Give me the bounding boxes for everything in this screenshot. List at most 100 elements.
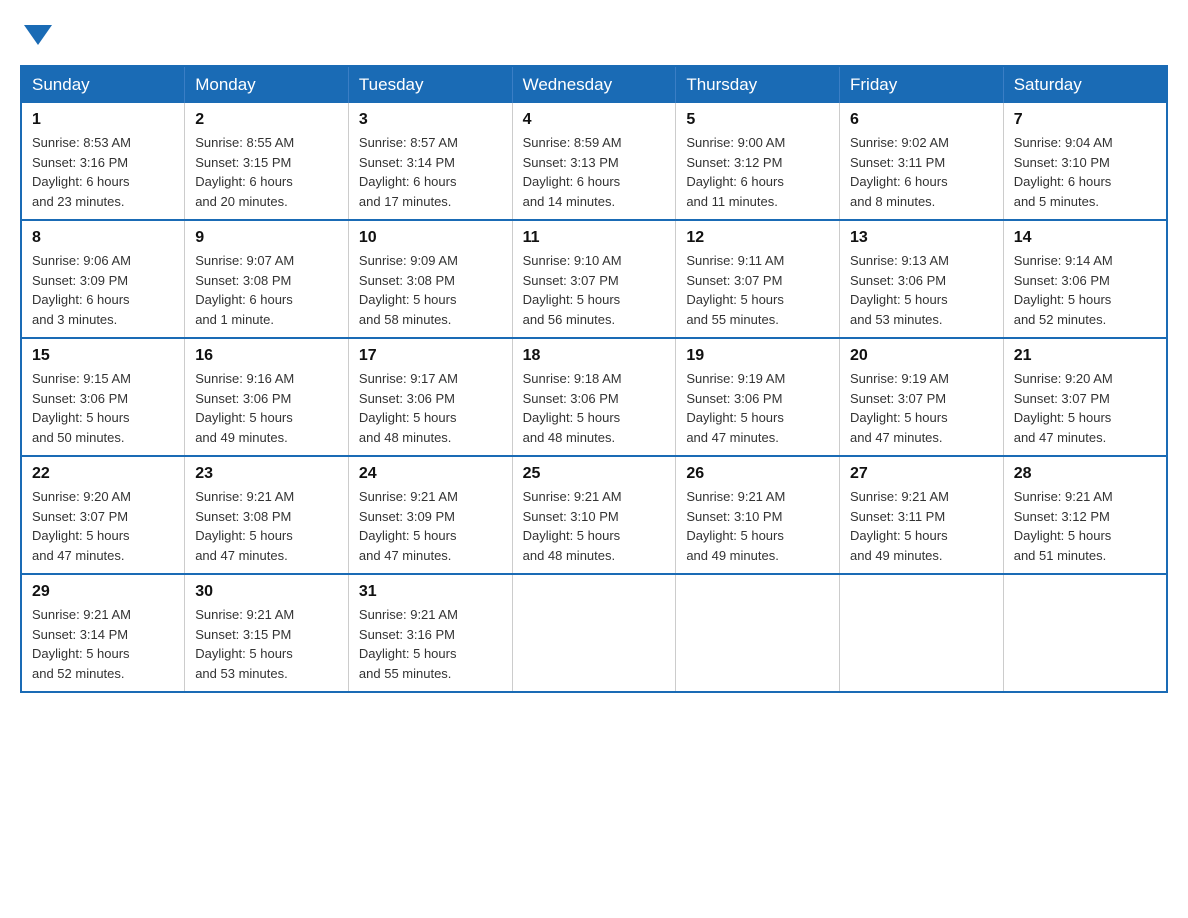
day-info: Sunrise: 9:17 AMSunset: 3:06 PMDaylight:…: [359, 369, 502, 447]
day-info: Sunrise: 9:20 AMSunset: 3:07 PMDaylight:…: [32, 487, 174, 565]
calendar-cell: 14 Sunrise: 9:14 AMSunset: 3:06 PMDaylig…: [1003, 220, 1167, 338]
day-info: Sunrise: 9:21 AMSunset: 3:16 PMDaylight:…: [359, 605, 502, 683]
calendar-cell: 6 Sunrise: 9:02 AMSunset: 3:11 PMDayligh…: [840, 103, 1004, 220]
column-header-wednesday: Wednesday: [512, 66, 676, 103]
day-info: Sunrise: 9:09 AMSunset: 3:08 PMDaylight:…: [359, 251, 502, 329]
day-info: Sunrise: 9:04 AMSunset: 3:10 PMDaylight:…: [1014, 133, 1156, 211]
day-number: 15: [32, 347, 174, 365]
calendar-week-2: 8 Sunrise: 9:06 AMSunset: 3:09 PMDayligh…: [21, 220, 1167, 338]
calendar-cell: 31 Sunrise: 9:21 AMSunset: 3:16 PMDaylig…: [348, 574, 512, 692]
day-info: Sunrise: 9:13 AMSunset: 3:06 PMDaylight:…: [850, 251, 993, 329]
calendar-cell: [512, 574, 676, 692]
calendar-cell: 26 Sunrise: 9:21 AMSunset: 3:10 PMDaylig…: [676, 456, 840, 574]
calendar-cell: 25 Sunrise: 9:21 AMSunset: 3:10 PMDaylig…: [512, 456, 676, 574]
day-number: 5: [686, 111, 829, 129]
day-number: 4: [523, 111, 666, 129]
calendar-cell: 13 Sunrise: 9:13 AMSunset: 3:06 PMDaylig…: [840, 220, 1004, 338]
day-number: 7: [1014, 111, 1156, 129]
logo-arrow-container: [22, 20, 52, 45]
day-number: 16: [195, 347, 338, 365]
calendar-cell: [676, 574, 840, 692]
day-info: Sunrise: 9:16 AMSunset: 3:06 PMDaylight:…: [195, 369, 338, 447]
calendar-cell: 5 Sunrise: 9:00 AMSunset: 3:12 PMDayligh…: [676, 103, 840, 220]
calendar-cell: 9 Sunrise: 9:07 AMSunset: 3:08 PMDayligh…: [185, 220, 349, 338]
calendar-cell: 21 Sunrise: 9:20 AMSunset: 3:07 PMDaylig…: [1003, 338, 1167, 456]
day-info: Sunrise: 8:59 AMSunset: 3:13 PMDaylight:…: [523, 133, 666, 211]
day-info: Sunrise: 9:21 AMSunset: 3:12 PMDaylight:…: [1014, 487, 1156, 565]
day-number: 30: [195, 583, 338, 601]
day-info: Sunrise: 9:14 AMSunset: 3:06 PMDaylight:…: [1014, 251, 1156, 329]
calendar-cell: 16 Sunrise: 9:16 AMSunset: 3:06 PMDaylig…: [185, 338, 349, 456]
calendar-cell: 8 Sunrise: 9:06 AMSunset: 3:09 PMDayligh…: [21, 220, 185, 338]
column-header-tuesday: Tuesday: [348, 66, 512, 103]
calendar-cell: 3 Sunrise: 8:57 AMSunset: 3:14 PMDayligh…: [348, 103, 512, 220]
calendar-cell: 12 Sunrise: 9:11 AMSunset: 3:07 PMDaylig…: [676, 220, 840, 338]
logo-arrow-icon: [24, 25, 52, 45]
day-number: 19: [686, 347, 829, 365]
calendar-cell: 17 Sunrise: 9:17 AMSunset: 3:06 PMDaylig…: [348, 338, 512, 456]
calendar-table: SundayMondayTuesdayWednesdayThursdayFrid…: [20, 65, 1168, 693]
day-number: 26: [686, 465, 829, 483]
day-info: Sunrise: 9:21 AMSunset: 3:11 PMDaylight:…: [850, 487, 993, 565]
calendar-cell: 22 Sunrise: 9:20 AMSunset: 3:07 PMDaylig…: [21, 456, 185, 574]
day-info: Sunrise: 8:53 AMSunset: 3:16 PMDaylight:…: [32, 133, 174, 211]
day-info: Sunrise: 9:18 AMSunset: 3:06 PMDaylight:…: [523, 369, 666, 447]
day-info: Sunrise: 8:57 AMSunset: 3:14 PMDaylight:…: [359, 133, 502, 211]
logo: [20, 20, 52, 45]
day-number: 23: [195, 465, 338, 483]
calendar-cell: 7 Sunrise: 9:04 AMSunset: 3:10 PMDayligh…: [1003, 103, 1167, 220]
column-header-friday: Friday: [840, 66, 1004, 103]
day-number: 8: [32, 229, 174, 247]
column-header-monday: Monday: [185, 66, 349, 103]
day-number: 29: [32, 583, 174, 601]
calendar-cell: 4 Sunrise: 8:59 AMSunset: 3:13 PMDayligh…: [512, 103, 676, 220]
calendar-week-4: 22 Sunrise: 9:20 AMSunset: 3:07 PMDaylig…: [21, 456, 1167, 574]
day-number: 13: [850, 229, 993, 247]
calendar-cell: [1003, 574, 1167, 692]
day-number: 18: [523, 347, 666, 365]
calendar-cell: 29 Sunrise: 9:21 AMSunset: 3:14 PMDaylig…: [21, 574, 185, 692]
day-number: 2: [195, 111, 338, 129]
calendar-cell: 18 Sunrise: 9:18 AMSunset: 3:06 PMDaylig…: [512, 338, 676, 456]
day-info: Sunrise: 9:10 AMSunset: 3:07 PMDaylight:…: [523, 251, 666, 329]
calendar-week-1: 1 Sunrise: 8:53 AMSunset: 3:16 PMDayligh…: [21, 103, 1167, 220]
day-number: 31: [359, 583, 502, 601]
column-header-thursday: Thursday: [676, 66, 840, 103]
day-number: 10: [359, 229, 502, 247]
page-header: [20, 20, 1168, 45]
calendar-cell: 23 Sunrise: 9:21 AMSunset: 3:08 PMDaylig…: [185, 456, 349, 574]
calendar-cell: 10 Sunrise: 9:09 AMSunset: 3:08 PMDaylig…: [348, 220, 512, 338]
day-number: 6: [850, 111, 993, 129]
day-info: Sunrise: 9:00 AMSunset: 3:12 PMDaylight:…: [686, 133, 829, 211]
column-header-sunday: Sunday: [21, 66, 185, 103]
calendar-cell: 15 Sunrise: 9:15 AMSunset: 3:06 PMDaylig…: [21, 338, 185, 456]
calendar-week-5: 29 Sunrise: 9:21 AMSunset: 3:14 PMDaylig…: [21, 574, 1167, 692]
day-number: 20: [850, 347, 993, 365]
day-number: 27: [850, 465, 993, 483]
day-number: 12: [686, 229, 829, 247]
day-info: Sunrise: 9:07 AMSunset: 3:08 PMDaylight:…: [195, 251, 338, 329]
day-number: 17: [359, 347, 502, 365]
day-info: Sunrise: 9:21 AMSunset: 3:10 PMDaylight:…: [686, 487, 829, 565]
day-number: 22: [32, 465, 174, 483]
calendar-header-row: SundayMondayTuesdayWednesdayThursdayFrid…: [21, 66, 1167, 103]
day-number: 24: [359, 465, 502, 483]
day-info: Sunrise: 9:21 AMSunset: 3:08 PMDaylight:…: [195, 487, 338, 565]
calendar-cell: 2 Sunrise: 8:55 AMSunset: 3:15 PMDayligh…: [185, 103, 349, 220]
day-info: Sunrise: 9:19 AMSunset: 3:06 PMDaylight:…: [686, 369, 829, 447]
day-number: 25: [523, 465, 666, 483]
day-info: Sunrise: 9:06 AMSunset: 3:09 PMDaylight:…: [32, 251, 174, 329]
day-number: 9: [195, 229, 338, 247]
calendar-cell: [840, 574, 1004, 692]
day-info: Sunrise: 8:55 AMSunset: 3:15 PMDaylight:…: [195, 133, 338, 211]
day-number: 14: [1014, 229, 1156, 247]
day-info: Sunrise: 9:11 AMSunset: 3:07 PMDaylight:…: [686, 251, 829, 329]
day-info: Sunrise: 9:21 AMSunset: 3:10 PMDaylight:…: [523, 487, 666, 565]
day-number: 11: [523, 229, 666, 247]
calendar-cell: 11 Sunrise: 9:10 AMSunset: 3:07 PMDaylig…: [512, 220, 676, 338]
calendar-week-3: 15 Sunrise: 9:15 AMSunset: 3:06 PMDaylig…: [21, 338, 1167, 456]
column-header-saturday: Saturday: [1003, 66, 1167, 103]
day-info: Sunrise: 9:21 AMSunset: 3:15 PMDaylight:…: [195, 605, 338, 683]
day-info: Sunrise: 9:21 AMSunset: 3:14 PMDaylight:…: [32, 605, 174, 683]
day-info: Sunrise: 9:02 AMSunset: 3:11 PMDaylight:…: [850, 133, 993, 211]
